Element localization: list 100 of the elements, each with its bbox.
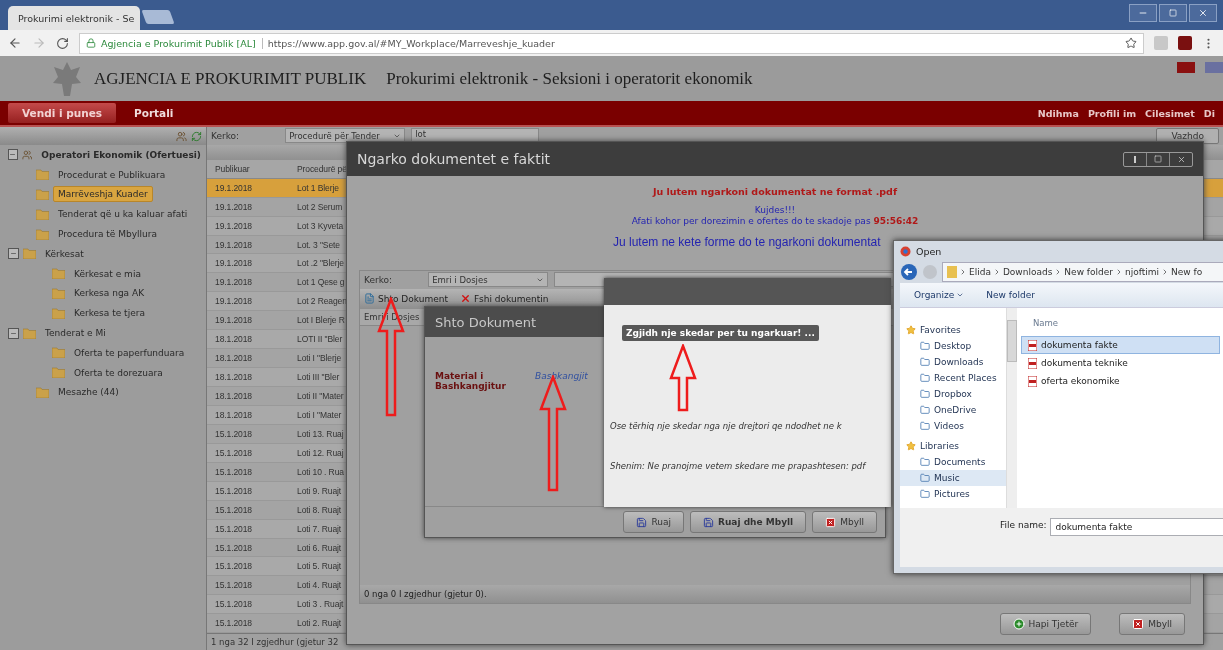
nav-tab[interactable]: Vendi i punes	[8, 103, 116, 123]
table-cell-text: 19.1.2018	[214, 258, 253, 269]
table-cell-text: 18.1.2018	[214, 409, 253, 420]
back-icon[interactable]	[8, 36, 22, 50]
folder-icon	[52, 347, 65, 359]
folder-icon	[36, 228, 49, 240]
tree-item[interactable]: Kërkesat e mia	[69, 265, 146, 282]
column-header[interactable]: Publikuar	[207, 163, 291, 174]
tree-item[interactable]: Kerkesa te tjera	[69, 305, 150, 322]
delete-document-button[interactable]: Fshi dokumentin	[459, 293, 549, 305]
new-folder-button[interactable]: New folder	[986, 290, 1035, 300]
nav-pane-item[interactable]: Recent Places	[900, 370, 1006, 386]
save-close-button[interactable]: Ruaj dhe Mbyll	[690, 511, 807, 533]
tab-title: Prokurimi elektronik - Se	[18, 12, 135, 24]
collapse-toggle[interactable]	[8, 327, 19, 339]
nav-pane-item[interactable]: Pictures	[900, 486, 1006, 502]
users-icon[interactable]	[176, 130, 187, 142]
search-select[interactable]: Procedurë për Tender	[285, 128, 406, 144]
folder-icon	[36, 189, 49, 200]
pdf-file-icon	[1028, 357, 1037, 369]
minimize-button[interactable]	[1129, 4, 1157, 22]
plus-icon	[1012, 618, 1025, 631]
collapse-toggle[interactable]	[8, 248, 19, 260]
search-select[interactable]: Emri i Dosjes	[428, 272, 549, 288]
table-cell-text: 15.1.2018	[214, 618, 253, 629]
deadline-text: Afati kohor per dorezimin e ofertes do te skadoje pas 95:56:42	[631, 216, 919, 226]
nav-pane-item[interactable]: Desktop	[900, 338, 1006, 354]
breadcrumb-item[interactable]: Elida	[969, 267, 991, 277]
next-step-button[interactable]: Hapi Tjetër	[999, 613, 1092, 636]
pdf-extension-icon[interactable]	[1178, 36, 1192, 50]
breadcrumb-item[interactable]: New fo	[1171, 267, 1203, 277]
file-item[interactable]: oferta ekonomike	[1021, 372, 1220, 390]
file-name-field[interactable]: dokumenta fakte	[1050, 518, 1223, 536]
close-button[interactable]: Mbyll	[1119, 613, 1185, 636]
nav-pane-item[interactable]: Documents	[900, 454, 1006, 470]
dialog-title: Ngarko dokumentet e faktit	[357, 151, 551, 167]
star-icon[interactable]	[1125, 37, 1137, 49]
folder-icon	[920, 489, 930, 499]
tree-item[interactable]: Marrëveshja Kuader	[53, 186, 153, 203]
tree-item[interactable]: Tenderat e Mi	[40, 325, 111, 342]
nav-pane-item[interactable]: Videos	[900, 418, 1006, 434]
save-button[interactable]: Ruaj	[623, 511, 685, 533]
refresh-icon[interactable]	[191, 130, 202, 142]
table-cell-text: 15.1.2018	[214, 504, 253, 515]
table-cell-text: Loti 9. Ruajt	[296, 485, 343, 496]
nav-pane-item[interactable]: Libraries	[900, 438, 1006, 454]
address-bar[interactable]: Agjencia e Prokurimit Publik [AL] https://www.app.gov.al/#MY_Workplace/Marreveshje_kuader	[79, 32, 1144, 54]
nav-pane-item[interactable]: OneDrive	[900, 402, 1006, 418]
nav-pane-item[interactable]: Downloads	[900, 354, 1006, 370]
tree-item[interactable]: Procedurat e Publikuara	[53, 166, 171, 183]
nav-link[interactable]: Di	[1203, 107, 1215, 119]
pdf-file-icon	[1028, 375, 1037, 387]
tree-item[interactable]: Mesazhe (44)	[53, 384, 124, 401]
nav-pane-item[interactable]: Dropbox	[900, 386, 1006, 402]
nav-tab[interactable]: Portali	[120, 103, 188, 123]
breadcrumb-item[interactable]: New folder	[1064, 267, 1113, 277]
tree-item[interactable]: Oferta te paperfunduara	[69, 344, 190, 361]
folder-icon	[920, 389, 930, 399]
breadcrumb-item[interactable]: njoftimi	[1125, 267, 1159, 277]
breadcrumb-bar[interactable]: Elida Downloads New folder njoftimi New fo	[942, 262, 1223, 282]
choose-file-button[interactable]: Zgjidh nje skedar per tu ngarkuar! ...	[622, 325, 819, 341]
nav-link[interactable]: Ndihma	[1037, 107, 1079, 119]
table-cell-text: Loti 12. Ruaj	[296, 447, 345, 458]
close-button[interactable]: Mbyll	[812, 511, 877, 533]
folder-icon	[52, 287, 65, 299]
tree-item[interactable]: Procedura të Mbyllura	[53, 226, 162, 243]
continue-button[interactable]: Vazhdo	[1156, 127, 1219, 144]
file-item[interactable]: dokumenta teknike	[1021, 354, 1220, 372]
tree-item[interactable]: Kërkesat	[40, 245, 89, 262]
column-header[interactable]: Name	[1021, 318, 1220, 336]
table-cell-text: Lot. 3 "Sete	[296, 239, 341, 250]
tree-item[interactable]: Oferta te dorezuara	[69, 364, 168, 381]
tree-item[interactable]: Operatori Ekonomik (Ofertuesi)	[36, 146, 206, 163]
maximize-button[interactable]	[1159, 4, 1187, 22]
nav-link[interactable]: Cilesimet	[1145, 107, 1195, 119]
table-cell-text: 19.1.2018	[214, 239, 253, 250]
back-icon[interactable]	[900, 263, 918, 281]
organize-menu[interactable]: Organize	[914, 290, 965, 300]
table-cell-text: 15.1.2018	[214, 466, 253, 477]
new-tab-button[interactable]	[141, 10, 175, 24]
close-icon	[825, 516, 837, 528]
folder-icon	[36, 386, 49, 398]
dialog-title: Open	[916, 245, 942, 257]
tree-item[interactable]: Kerkesa nga AK	[69, 285, 150, 302]
browser-tab[interactable]: Prokurimi elektronik - Se	[8, 6, 140, 30]
tree-item[interactable]: Tenderat që u ka kaluar afati	[53, 206, 193, 223]
nav-pane-item[interactable]: Music	[900, 470, 1006, 486]
reload-icon[interactable]	[56, 36, 69, 50]
folder-icon	[52, 268, 65, 280]
breadcrumb-item[interactable]: Downloads	[1002, 267, 1053, 277]
browser-icon	[900, 245, 911, 257]
file-type-note: Shenim: Ne pranojme vetem skedare me prapashtesen: pdf	[610, 461, 866, 471]
nav-link[interactable]: Profili im	[1087, 107, 1137, 119]
table-cell-text: Lot 3 Kyveta	[296, 220, 345, 231]
collapse-toggle[interactable]	[8, 149, 18, 161]
table-cell-text: 15.1.2018	[214, 599, 253, 610]
pdf-file-icon	[1028, 339, 1037, 351]
file-item[interactable]: dokumenta fakte	[1021, 336, 1220, 354]
close-button[interactable]	[1189, 4, 1217, 22]
nav-pane-item[interactable]: Favorites	[900, 322, 1006, 338]
